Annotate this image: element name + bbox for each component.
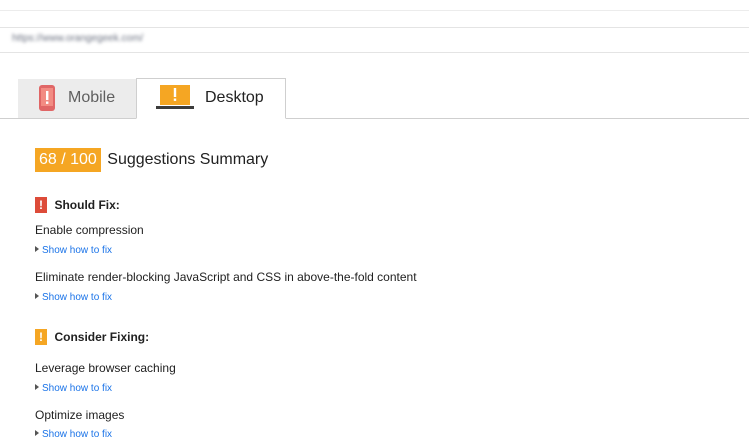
phone-warning-icon: [39, 85, 55, 111]
rule-title: Enable compression: [35, 223, 144, 237]
consider-fixing-header: ! Consider Fixing:: [35, 328, 150, 345]
should-fix-title: Should Fix:: [54, 197, 120, 212]
tab-mobile[interactable]: Mobile: [18, 79, 136, 118]
top-divider: [0, 10, 749, 11]
expand-triangle-icon: [35, 246, 39, 252]
should-fix-header: ! Should Fix:: [35, 196, 120, 213]
device-tabs: Mobile Desktop: [0, 78, 749, 119]
link-label: Show how to fix: [42, 245, 113, 256]
tab-desktop[interactable]: Desktop: [136, 78, 286, 119]
expand-triangle-icon: [35, 430, 39, 436]
show-how-to-fix-link[interactable]: Show how to fix: [35, 292, 112, 303]
consider-fixing-title: Consider Fixing:: [54, 329, 150, 344]
link-label: Show how to fix: [42, 292, 113, 303]
show-how-to-fix-link[interactable]: Show how to fix: [35, 429, 112, 440]
url-field[interactable]: https://www.orangegeek.com/: [0, 27, 749, 53]
warning-badge-icon: !: [35, 196, 47, 213]
url-value: https://www.orangegeek.com/: [12, 33, 144, 44]
show-how-to-fix-link[interactable]: Show how to fix: [35, 245, 112, 256]
link-label: Show how to fix: [42, 383, 113, 394]
score-badge: 68 / 100: [35, 148, 101, 172]
tab-desktop-label: Desktop: [205, 89, 264, 106]
rule-title: Eliminate render-blocking JavaScript and…: [35, 270, 417, 284]
show-how-to-fix-link[interactable]: Show how to fix: [35, 383, 112, 394]
summary-title: Suggestions Summary: [107, 151, 269, 168]
rule-title: Leverage browser caching: [35, 361, 176, 375]
expand-triangle-icon: [35, 384, 39, 390]
suggestions-summary: 68 / 100 Suggestions Summary: [35, 148, 268, 172]
warning-badge-icon: !: [35, 328, 47, 345]
link-label: Show how to fix: [42, 429, 113, 440]
expand-triangle-icon: [35, 293, 39, 299]
rule-title: Optimize images: [35, 408, 125, 422]
laptop-warning-icon: [156, 85, 194, 109]
tab-mobile-label: Mobile: [68, 89, 116, 106]
